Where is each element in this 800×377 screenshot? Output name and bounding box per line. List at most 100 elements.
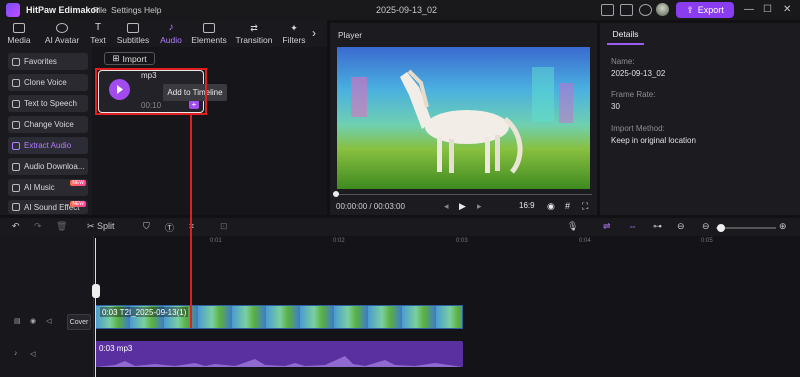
text-box-icon[interactable]: Ⓣ	[165, 221, 174, 234]
tabs-next-icon[interactable]: ›	[312, 26, 316, 40]
detail-import-method-value: Keep in original location	[611, 136, 696, 145]
tab-transition[interactable]: ⇄ Transition	[235, 23, 273, 45]
scissors-icon: ✂	[87, 221, 98, 231]
playhead[interactable]	[95, 238, 96, 377]
document-title: 2025-09-13_02	[376, 5, 438, 15]
tab-elements[interactable]: Elements	[191, 23, 227, 45]
ruler-tick: 0:01	[210, 238, 222, 244]
clone-voice-icon	[12, 78, 20, 87]
video-clip[interactable]: 0:03 T2I_2025-09-13(1)	[95, 305, 463, 329]
detail-frame-rate-label: Frame Rate:	[611, 90, 656, 99]
download-icon[interactable]	[639, 4, 652, 16]
cover-button[interactable]: Cover	[67, 314, 91, 330]
ai-avatar-icon	[56, 23, 68, 33]
visibility-icon[interactable]: ◉	[30, 317, 36, 325]
avatar[interactable]	[656, 3, 669, 16]
transition-tool-icon[interactable]: ⊶	[653, 221, 662, 232]
sidebar-item-ai-sound-effect[interactable]: AI Sound Effect NEW	[8, 200, 88, 214]
media-icon	[13, 23, 25, 33]
menu-file[interactable]: File	[93, 5, 107, 15]
app-name: HitPaw Edimakor	[26, 5, 100, 15]
menu-settings[interactable]: Settings	[111, 5, 142, 15]
tab-text[interactable]: T Text	[88, 23, 108, 46]
zoom-slider[interactable]	[716, 227, 776, 229]
sidebar-item-extract-audio[interactable]: Extract Audio	[8, 137, 88, 154]
import-button[interactable]: ⊞ Import	[104, 52, 155, 65]
close-icon[interactable]: ✕	[783, 4, 791, 15]
zoom-in-icon[interactable]: ⊕	[779, 221, 787, 232]
annotation-highlight-box	[95, 68, 207, 115]
fit-icon[interactable]: ⊖	[677, 221, 685, 232]
export-clip-icon[interactable]: ⊡	[220, 221, 228, 232]
mail-icon[interactable]	[620, 4, 633, 16]
delete-icon[interactable]: 🗑	[56, 221, 67, 232]
ai-sound-effect-icon	[12, 203, 20, 211]
video-preview	[337, 47, 590, 189]
details-panel	[600, 23, 800, 215]
audio-track-icon: ♪	[14, 350, 18, 357]
sidebar-item-ai-music[interactable]: AI Music NEW	[8, 179, 88, 196]
sidebar-item-text-to-speech[interactable]: Text to Speech	[8, 95, 88, 112]
download-icon	[12, 162, 20, 171]
undo-icon[interactable]: ↶	[12, 221, 20, 232]
volume-icon[interactable]: ◁	[46, 317, 51, 325]
zoom-out-icon[interactable]: ⊖	[702, 221, 710, 232]
detail-frame-rate-value: 30	[611, 102, 620, 111]
link-icon[interactable]: ⇌	[603, 221, 611, 232]
tab-ai-avatar[interactable]: AI Avatar	[42, 23, 82, 45]
tab-audio[interactable]: ♪ Audio	[158, 23, 184, 46]
media-tabbar: Media AI Avatar T Text Subtitles ♪ Audio E…	[0, 20, 327, 47]
sidebar-item-change-voice[interactable]: Change Voice	[8, 116, 88, 133]
tab-filters[interactable]: ✦ Filters	[282, 23, 306, 45]
playhead-handle[interactable]	[92, 284, 100, 298]
menu-help[interactable]: Help	[144, 5, 161, 15]
next-frame-icon[interactable]: ▸	[477, 201, 482, 212]
microphone-icon[interactable]: 🎙	[567, 221, 578, 232]
detail-import-method-label: Import Method:	[611, 124, 665, 133]
new-badge: NEW	[70, 201, 86, 207]
fullscreen-icon[interactable]: ⛶	[582, 201, 588, 212]
sidebar-item-favorites[interactable]: Favorites	[8, 53, 88, 70]
screen-icon[interactable]	[601, 4, 614, 16]
tab-details[interactable]: Details	[607, 25, 644, 45]
elements-icon	[203, 23, 215, 33]
ruler-tick: 0:04	[579, 238, 591, 244]
maximize-icon[interactable]: ☐	[763, 4, 772, 15]
crop-icon[interactable]: #	[565, 201, 570, 211]
zoom-slider-handle[interactable]	[717, 224, 725, 232]
player-scrub-bar[interactable]	[335, 194, 592, 195]
sidebar-item-audio-download[interactable]: Audio Downloa...	[8, 158, 88, 175]
play-icon[interactable]: ▶	[459, 201, 466, 212]
video-clip-label: 0:03 T2I_2025-09-13(1)	[100, 307, 189, 317]
audio-clip[interactable]: 0:03 mp3	[95, 341, 463, 367]
tab-media[interactable]: Media	[6, 23, 32, 45]
split-button[interactable]: ✂ Split	[87, 221, 115, 232]
volume-icon[interactable]: ◁	[30, 350, 35, 358]
audio-sidebar: Favorites Clone Voice Text to Speech Cha…	[0, 47, 92, 215]
plus-icon: ⊞	[112, 53, 120, 63]
audio-waveform	[95, 356, 463, 367]
player-scrub-handle[interactable]	[333, 191, 339, 197]
favorites-icon	[12, 57, 20, 66]
minimize-icon[interactable]: —	[744, 4, 754, 15]
shield-icon[interactable]: ⛉	[143, 221, 150, 232]
transition-icon: ⇄	[250, 23, 258, 33]
export-button[interactable]: ⇪ Export	[676, 2, 734, 18]
ruler-tick: 0:05	[701, 238, 713, 244]
aspect-ratio-select[interactable]: 16:9	[519, 201, 535, 210]
magnet-icon[interactable]: ⇔	[628, 221, 637, 231]
sidebar-item-clone-voice[interactable]: Clone Voice	[8, 74, 88, 91]
export-label: Export	[697, 5, 724, 15]
tab-subtitles[interactable]: Subtitles	[115, 23, 151, 45]
app-logo-icon	[6, 3, 20, 17]
snapshot-icon[interactable]: ◉	[547, 201, 555, 212]
export-icon: ⇪	[686, 4, 694, 15]
ai-music-icon	[12, 183, 20, 192]
previous-frame-icon[interactable]: ◂	[444, 201, 449, 212]
new-badge: NEW	[70, 180, 86, 186]
player-title: Player	[338, 30, 363, 40]
redo-icon[interactable]: ↷	[34, 221, 42, 232]
filters-icon: ✦	[290, 23, 298, 33]
video-track-icon: ▤	[14, 318, 21, 325]
detail-name-value: 2025-09-13_02	[611, 69, 666, 78]
